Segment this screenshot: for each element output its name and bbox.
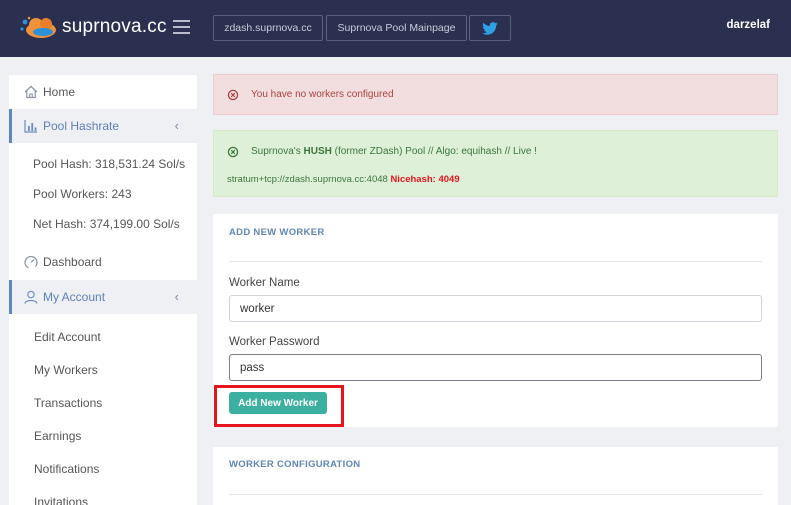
worker-configuration-panel: WORKER CONFIGURATION <box>213 447 778 505</box>
cloud-logo-icon <box>20 16 56 38</box>
pool-info-alert: Suprnova's HUSH (former ZDash) Pool // A… <box>213 130 778 197</box>
sidebar-item-label: Home <box>43 85 76 99</box>
panel-title: WORKER CONFIGURATION <box>229 459 361 470</box>
top-navbar: suprnova.cc zdash.suprnova.cc Suprnova P… <box>0 0 791 57</box>
sidebar-link-invitations[interactable]: Invitations <box>34 495 88 505</box>
brand-logo[interactable]: suprnova.cc <box>16 12 167 42</box>
user-menu[interactable]: darzelaf <box>700 19 770 31</box>
worker-password-label: Worker Password <box>229 336 320 348</box>
sidebar-link-transactions[interactable]: Transactions <box>34 396 102 410</box>
sidebar-item-label: Dashboard <box>43 255 102 269</box>
sidebar-item-label: My Account <box>43 290 106 304</box>
check-circle-icon <box>227 146 239 158</box>
stratum-url: stratum+tcp://zdash.suprnova.cc:4048 <box>227 174 388 185</box>
pool-mainpage-button[interactable]: Suprnova Pool Mainpage <box>326 15 467 41</box>
sidebar-item-dashboard[interactable]: Dashboard <box>9 245 197 279</box>
error-circle-icon <box>227 89 239 101</box>
sidebar-link-notifications[interactable]: Notifications <box>34 462 99 476</box>
pool-hash-stat: Pool Hash: 318,531.24 Sol/s <box>33 157 186 171</box>
user-icon <box>24 290 38 304</box>
sidebar-link-earnings[interactable]: Earnings <box>34 429 81 443</box>
sidebar: Home Pool Hashrate ‹ Pool Hash: 318,531.… <box>9 75 197 505</box>
sidebar-link-edit-account[interactable]: Edit Account <box>34 330 101 344</box>
worker-name-label: Worker Name <box>229 277 300 289</box>
sidebar-item-label: Pool Hashrate <box>43 119 120 133</box>
menu-toggle-icon[interactable] <box>173 20 190 34</box>
no-workers-alert: You have no workers configured <box>213 74 778 115</box>
worker-name-input[interactable] <box>229 295 762 322</box>
nicehash-port: Nicehash: 4049 <box>390 174 460 185</box>
speedometer-icon <box>24 255 38 270</box>
bar-chart-icon <box>24 120 37 133</box>
alert-message: You have no workers configured <box>251 89 394 100</box>
pool-description: Suprnova's HUSH (former ZDash) Pool // A… <box>251 146 537 157</box>
brand-name: suprnova.cc <box>62 16 167 37</box>
twitter-button[interactable] <box>469 15 511 41</box>
panel-title: ADD NEW WORKER <box>229 227 325 238</box>
home-icon <box>24 85 38 99</box>
divider <box>229 494 762 495</box>
coin-name: HUSH <box>303 146 332 157</box>
pool-workers-stat: Pool Workers: 243 <box>33 187 132 201</box>
sidebar-item-pool-hashrate[interactable]: Pool Hashrate ‹ <box>9 109 197 143</box>
sidebar-item-home[interactable]: Home <box>9 75 197 109</box>
sidebar-link-my-workers[interactable]: My Workers <box>34 363 98 377</box>
sidebar-item-my-account[interactable]: My Account ‹ <box>9 280 197 314</box>
chevron-left-icon: ‹ <box>174 118 179 133</box>
divider <box>229 261 762 262</box>
worker-password-input[interactable] <box>229 354 762 381</box>
zdash-link-button[interactable]: zdash.suprnova.cc <box>213 15 323 41</box>
annotation-highlight-box <box>214 385 344 427</box>
net-hash-stat: Net Hash: 374,199.00 Sol/s <box>33 217 180 231</box>
twitter-icon <box>482 22 498 35</box>
stratum-info: stratum+tcp://zdash.suprnova.cc:4048 Nic… <box>227 174 460 185</box>
chevron-left-icon: ‹ <box>174 289 179 304</box>
